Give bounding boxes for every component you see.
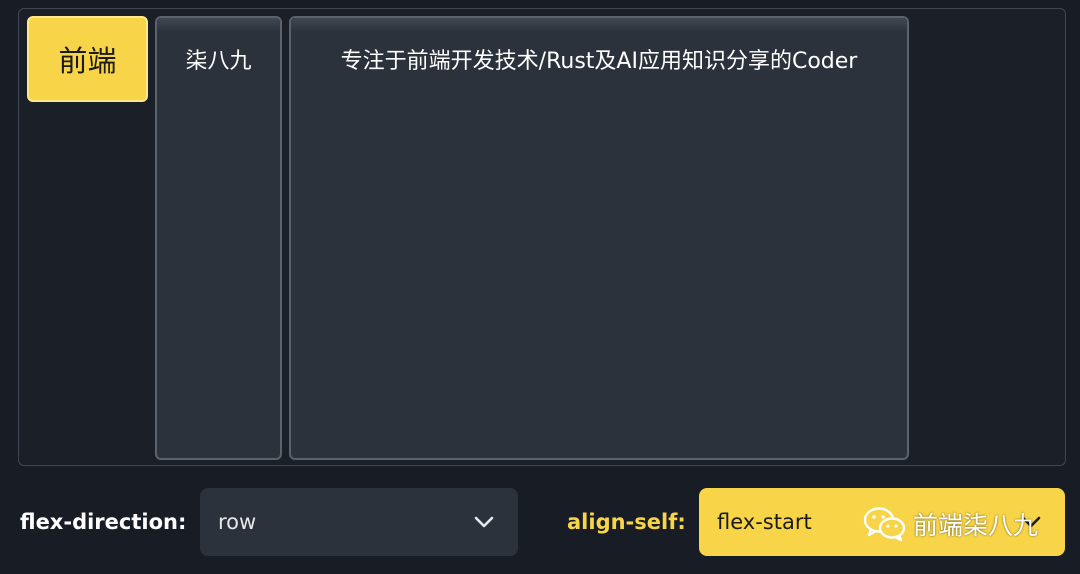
wechat-icon (863, 507, 906, 542)
flex-direction-select[interactable]: row (200, 488, 518, 556)
flex-item-3: 专注于前端开发技术/Rust及AI应用知识分享的Coder (289, 16, 909, 460)
align-self-label: align-self: (567, 510, 686, 534)
flex-item-2: 柒八九 (155, 16, 282, 460)
flex-container-preview: 前端 柒八九 专注于前端开发技术/Rust及AI应用知识分享的Coder (18, 8, 1066, 466)
watermark: 前端柒八九 (863, 505, 1038, 543)
flex-item-1-label: 前端 (58, 44, 117, 78)
flex-direction-value: row (218, 510, 257, 534)
watermark-text: 前端柒八九 (913, 511, 1039, 540)
flex-direction-label: flex-direction: (20, 510, 187, 534)
flex-item-1: 前端 (27, 16, 148, 102)
chevron-down-icon (474, 516, 494, 528)
flex-item-2-label: 柒八九 (185, 49, 252, 74)
flex-item-3-label: 专注于前端开发技术/Rust及AI应用知识分享的Coder (340, 49, 858, 74)
align-self-value: flex-start (717, 510, 812, 534)
